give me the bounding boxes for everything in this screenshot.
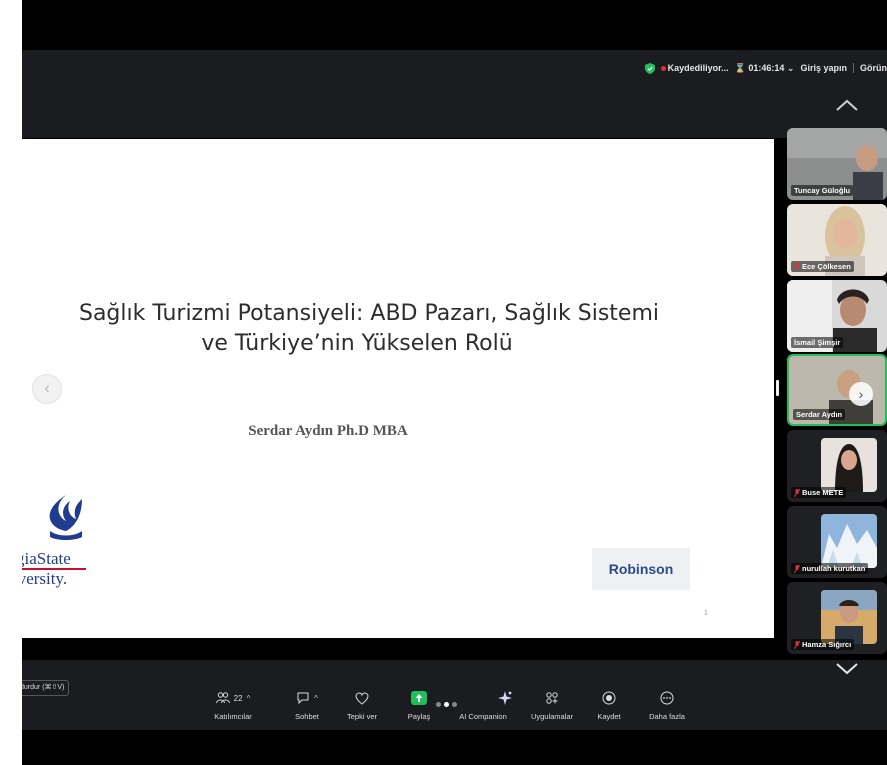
slide-title-line-2: ve Türkiye’nin Yükselen Rolü — [201, 331, 513, 356]
caret-up-icon[interactable]: ^ — [314, 694, 318, 703]
chevron-up-icon[interactable] — [834, 98, 860, 112]
next-page-button[interactable]: › — [849, 382, 873, 406]
slide-title: Sağlık Turizmi Potansiyeli: ABD Pazarı, … — [22, 299, 774, 359]
timer-value: 01:46:14 — [748, 62, 785, 73]
resize-handle[interactable] — [776, 380, 779, 396]
participant-name: İsmail Şimşir — [791, 337, 844, 348]
ai-companion-label: AI Companion — [459, 712, 507, 721]
logo-text-line-1: giaState — [22, 549, 71, 568]
share-screen-icon — [411, 691, 427, 705]
participant-name: Tuncay Güloğlu — [791, 185, 854, 196]
participant-tile-active-speaker[interactable]: › Serdar Aydın — [787, 354, 887, 426]
flame-logo-icon — [49, 495, 82, 540]
chevron-down-icon[interactable] — [834, 662, 860, 676]
participant-tile[interactable]: İsmail Şimşir — [787, 280, 887, 352]
caret-up-icon[interactable]: ^ — [247, 694, 251, 703]
participant-name: nurullah kurutkan — [791, 563, 869, 574]
more-button[interactable]: Daha fazla — [632, 688, 702, 721]
participant-name: Ece Çölkesen — [791, 261, 854, 272]
previous-page-button[interactable]: ‹ — [32, 374, 62, 404]
ai-companion-button[interactable]: AI Companion — [448, 688, 518, 721]
top-letterbox — [22, 0, 887, 50]
stop-video-tooltip[interactable]: deoyu durdur (⌘⇧V) — [22, 680, 70, 696]
participant-avatar — [821, 590, 877, 644]
slide-page-number: 1 — [704, 610, 708, 617]
participants-label: Katılımcılar — [214, 712, 252, 721]
timer[interactable]: ⌛ 01:46:14 ⌄ — [735, 63, 795, 74]
view-button[interactable]: Görün — [860, 63, 887, 73]
participant-name: Hamza Sığırcı — [791, 639, 855, 650]
participant-tile[interactable]: Hamza Sığırcı — [787, 582, 887, 654]
chevron-right-icon: › — [858, 386, 864, 402]
apps-icon — [546, 692, 558, 704]
mic-muted-icon — [794, 564, 800, 573]
heart-icon — [355, 691, 369, 705]
mic-muted-icon — [794, 262, 800, 271]
slide-author: Serdar Aydın Ph.D MBA — [248, 423, 408, 439]
shield-icon[interactable] — [644, 62, 655, 74]
bottom-letterbox — [22, 730, 887, 765]
record-icon — [602, 691, 616, 705]
participant-tile[interactable]: Ece Çölkesen — [787, 204, 887, 276]
shared-screen-slide: Sağlık Turizmi Potansiyeli: ABD Pazarı, … — [22, 139, 774, 638]
participant-name: Buse METE — [791, 487, 847, 498]
recording-indicator[interactable]: Kaydediliyor... — [660, 63, 729, 73]
divider — [853, 63, 854, 73]
share-label: Paylaş — [407, 712, 431, 721]
university-logo: giaState iversity. — [22, 491, 106, 591]
more-label: Daha fazla — [649, 712, 685, 721]
participant-name: Serdar Aydın — [793, 409, 846, 420]
record-dot-icon — [660, 66, 666, 71]
participants-button[interactable]: 22 ^ Katılımcılar — [198, 688, 268, 721]
participant-avatar — [821, 514, 877, 568]
sign-in-link[interactable]: Giriş yapın — [800, 63, 847, 73]
slide-title-line-1: Sağlık Turizmi Potansiyeli: ABD Pazarı, … — [78, 301, 660, 326]
robinson-badge: Robinson — [592, 548, 690, 590]
participant-avatar — [821, 438, 877, 492]
mic-muted-icon — [794, 640, 800, 649]
mic-muted-icon — [794, 488, 800, 497]
pager-dot — [436, 702, 441, 707]
chat-icon — [297, 692, 309, 705]
sparkle-icon — [498, 691, 512, 705]
participant-tile[interactable]: Tuncay Güloğlu — [787, 128, 887, 200]
participant-tile[interactable]: Buse METE — [787, 430, 887, 502]
logo-text-line-2: iversity. — [22, 569, 68, 588]
participants-icon — [215, 692, 230, 704]
recording-label: Kaydediliyor... — [667, 63, 729, 73]
meeting-window: Kaydediliyor... ⌛ 01:46:14 ⌄ Giriş yapın… — [22, 0, 887, 765]
meeting-status-bar: Kaydediliyor... ⌛ 01:46:14 ⌄ Giriş yapın… — [644, 59, 887, 77]
participants-count: 22 — [233, 693, 243, 703]
more-icon — [660, 691, 674, 705]
participant-tile[interactable]: nurullah kurutkan — [787, 506, 887, 578]
chevron-left-icon: ‹ — [44, 380, 50, 397]
